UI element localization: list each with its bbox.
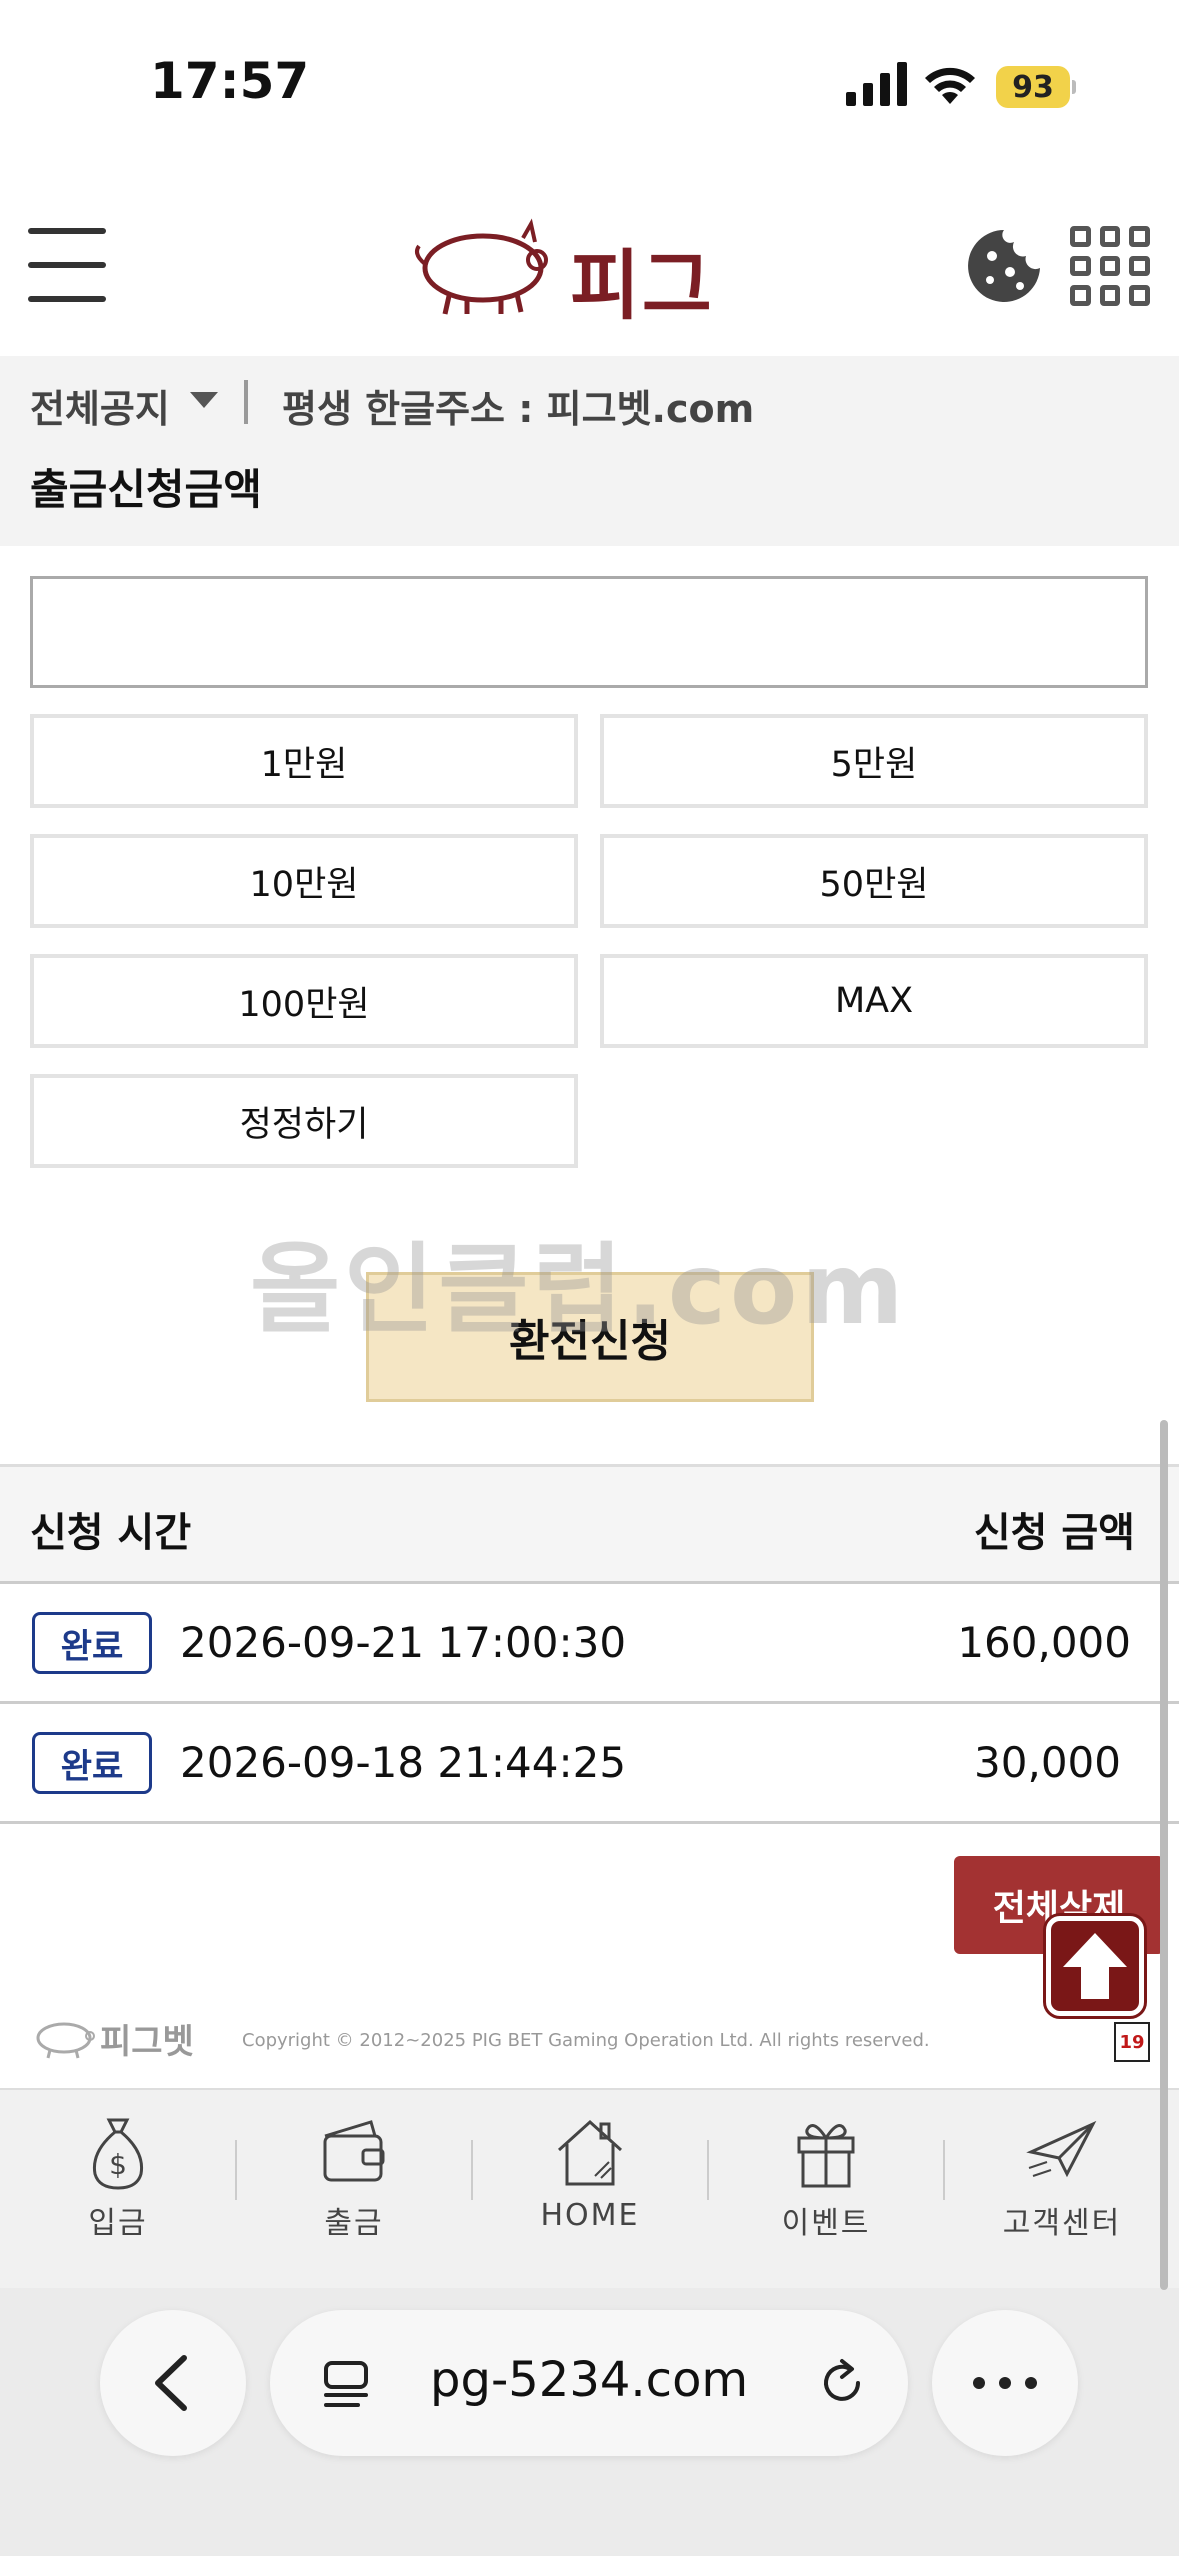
more-options-button[interactable] — [932, 2310, 1078, 2456]
divider — [244, 380, 248, 424]
paper-plane-icon — [1026, 2120, 1097, 2178]
notice-category[interactable]: 전체공지 — [30, 378, 170, 433]
amount-input[interactable] — [30, 576, 1148, 688]
status-badge: 완료 — [32, 1732, 152, 1794]
site-logo[interactable]: 피그벳 — [405, 210, 775, 440]
row-amount: 30,000 — [974, 1738, 1121, 1787]
scroll-top-button[interactable] — [1046, 1916, 1144, 2016]
footer-logo-text: 피그벳 — [100, 2022, 194, 2062]
footer-logo: 피그벳 — [30, 2014, 210, 2064]
pig-logo-icon — [36, 2022, 95, 2059]
cellular-signal-icon — [846, 62, 907, 106]
row-datetime: 2026-09-18 21:44:25 — [180, 1738, 627, 1787]
tab-overview-icon — [324, 2361, 368, 2407]
reload-icon[interactable] — [812, 2353, 872, 2413]
wallet-icon — [323, 2120, 385, 2182]
nav-label: HOME — [540, 2198, 640, 2233]
wifi-icon — [925, 67, 975, 104]
column-header-time: 신청 시간 — [30, 1510, 192, 1556]
status-badge: 완료 — [32, 1612, 152, 1674]
svg-text:$: $ — [109, 2148, 127, 2181]
table-row: 완료 2026-09-18 21:44:25 30,000 — [0, 1704, 1179, 1824]
row-amount: 160,000 — [957, 1618, 1131, 1667]
cookie-icon[interactable] — [964, 226, 1044, 306]
nav-event[interactable]: 이벤트 — [708, 2112, 944, 2242]
amount-button-1m[interactable]: 100만원 — [30, 954, 578, 1048]
page-title: 출금신청금액 — [30, 465, 262, 514]
amount-button-100k[interactable]: 10만원 — [30, 834, 578, 928]
nav-home[interactable]: HOME — [472, 2112, 708, 2242]
chevron-down-icon[interactable] — [190, 392, 218, 408]
nav-customer-center[interactable]: 고객센터 — [944, 2112, 1179, 2242]
nav-label: 이벤트 — [781, 2206, 871, 2241]
chevron-left-icon — [155, 2355, 187, 2411]
arrow-up-icon — [1063, 1933, 1127, 1999]
gift-icon — [797, 2124, 855, 2188]
status-time: 17:57 — [150, 52, 310, 110]
age-restriction-badge: 19 — [1114, 2022, 1150, 2062]
home-icon — [557, 2119, 623, 2186]
nav-label: 출금 — [324, 2206, 384, 2241]
nav-deposit[interactable]: $ 입금 — [0, 2112, 236, 2242]
url-text[interactable]: pg-5234.com — [430, 2352, 748, 2408]
notice-text[interactable]: 평생 한글주소 : 피그벳.com — [282, 378, 754, 433]
nav-label: 고객센터 — [1002, 2206, 1122, 2241]
amount-button-50k[interactable]: 5만원 — [600, 714, 1148, 808]
column-header-amount: 신청 금액 — [973, 1510, 1135, 1556]
table-row: 완료 2026-09-21 17:00:30 160,000 — [0, 1584, 1179, 1704]
battery-level: 93 — [996, 66, 1070, 108]
amount-button-10k[interactable]: 1만원 — [30, 714, 578, 808]
amount-button-max[interactable]: MAX — [600, 954, 1148, 1048]
browser-back-button[interactable] — [100, 2310, 246, 2456]
watermark: 올인클럽.com — [250, 1233, 908, 1347]
apps-grid-icon[interactable] — [1070, 226, 1150, 306]
nav-withdraw[interactable]: 출금 — [236, 2112, 472, 2242]
row-datetime: 2026-09-21 17:00:30 — [180, 1618, 627, 1667]
amount-button-500k[interactable]: 50만원 — [600, 834, 1148, 928]
money-bag-icon: $ — [92, 2118, 144, 2190]
pig-logo-icon — [415, 218, 548, 315]
battery-indicator: 93 — [996, 66, 1076, 108]
copyright-text: Copyright © 2012~2025 PIG BET Gaming Ope… — [242, 2030, 930, 2051]
scrollbar[interactable] — [1160, 1420, 1168, 2290]
reset-button[interactable]: 정정하기 — [30, 1074, 578, 1168]
menu-icon[interactable] — [28, 228, 106, 302]
nav-label: 입금 — [88, 2206, 148, 2241]
